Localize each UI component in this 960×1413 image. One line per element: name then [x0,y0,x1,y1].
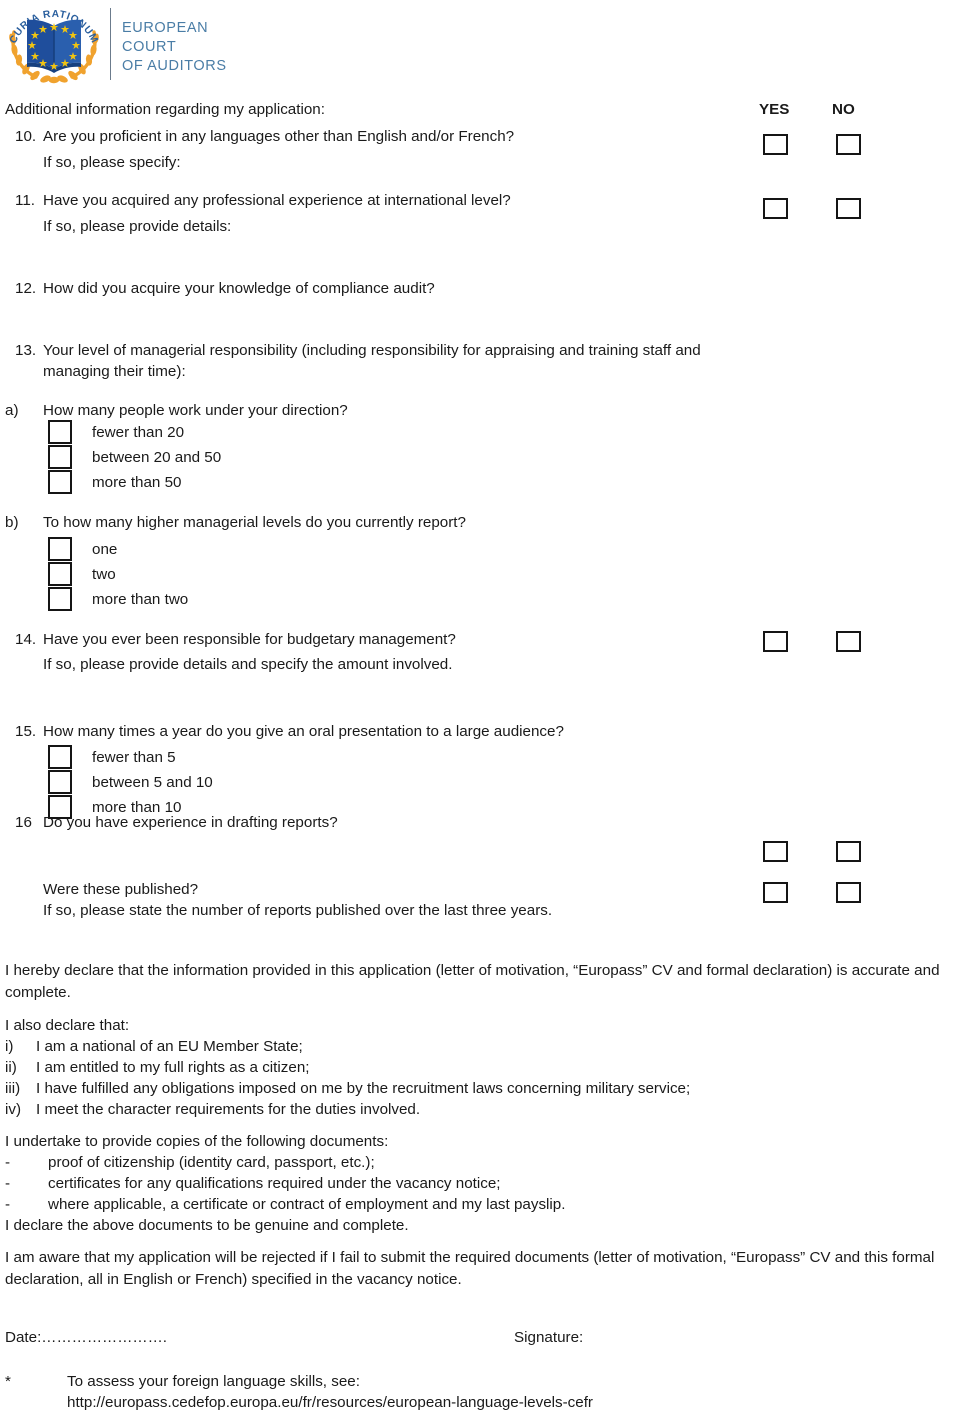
declaration-aware: I am aware that my application will be r… [5,1249,935,1288]
question-14-number: 14. [15,631,37,648]
date-field-label[interactable]: Date:……………………. [5,1327,167,1348]
document-item-2-marker: - [5,1196,11,1213]
question-15-text: How many times a year do you give an ora… [43,723,564,740]
question-14-text: Have you ever been responsible for budge… [43,631,456,648]
question-15-option-1-label: between 5 and 10 [92,774,213,791]
question-13-text-line-1: Your level of managerial responsibility … [43,342,701,359]
declaration-item-2-marker: iii) [5,1080,21,1097]
question-11-subtext: If so, please provide details: [43,218,232,235]
undertake-header: I undertake to provide copies of the fol… [5,1133,389,1150]
document-item-1-text: certificates for any qualifications requ… [48,1175,501,1192]
question-13a-option-0-checkbox[interactable] [48,420,72,444]
question-10-subtext: If so, please specify: [43,154,181,171]
signature-field-label[interactable]: Signature: [514,1327,583,1348]
section-intro: Additional information regarding my appl… [5,101,325,118]
question-13b-option-0-label: one [92,541,118,558]
question-10-text: Are you proficient in any languages othe… [43,128,515,145]
question-16-published-yes-checkbox[interactable] [763,882,788,903]
document-item-2-text: where applicable, a certificate or contr… [48,1196,566,1213]
question-13b-text: To how many higher managerial levels do … [43,514,466,531]
question-13b-option-2-checkbox[interactable] [48,587,72,611]
question-16-published-no-checkbox[interactable] [836,882,861,903]
question-13a-marker: a) [5,402,19,419]
declaration-item-1-marker: ii) [5,1059,17,1076]
question-15-option-0-label: fewer than 5 [92,749,176,766]
declaration-item-1-text: I am entitled to my full rights as a cit… [36,1059,310,1076]
question-13-text-line-2: managing their time): [43,363,186,380]
question-14-yes-checkbox[interactable] [763,631,788,652]
question-16-no-checkbox[interactable] [836,841,861,862]
question-15-option-1-checkbox[interactable] [48,770,72,794]
footnote-line-1: To assess your foreign language skills, … [67,1373,360,1390]
question-11-text: Have you acquired any professional exper… [43,192,511,209]
organisation-name: EUROPEAN COURT OF AUDITORS [122,19,227,76]
question-15-number: 15. [15,723,37,740]
declaration-item-2-text: I have fulfilled any obligations imposed… [36,1080,691,1097]
question-16-yes-checkbox[interactable] [763,841,788,862]
european-court-of-auditors-logo-icon: CURIA RATIONUM [2,2,106,92]
question-10-yes-checkbox[interactable] [763,134,788,155]
question-13-number: 13. [15,342,37,359]
document-header: CURIA RATIONUM [0,0,960,95]
question-11-no-checkbox[interactable] [836,198,861,219]
question-11-yes-checkbox[interactable] [763,198,788,219]
question-12-number: 12. [15,280,37,297]
org-line-2: COURT [122,39,177,55]
question-13a-option-2-label: more than 50 [92,474,182,491]
question-13b-marker: b) [5,514,19,531]
question-13b-option-1-checkbox[interactable] [48,562,72,586]
question-16-number: 16 [15,814,32,831]
question-13b-option-0-checkbox[interactable] [48,537,72,561]
question-16-subtext-1: Were these published? [43,881,199,898]
question-10-no-checkbox[interactable] [836,134,861,155]
declaration-item-3-marker: iv) [5,1101,22,1118]
org-line-3: OF AUDITORS [122,58,227,74]
declaration-item-0-marker: i) [5,1038,14,1055]
question-15-option-0-checkbox[interactable] [48,745,72,769]
question-13b-option-2-label: more than two [92,591,189,608]
question-16-text: Do you have experience in drafting repor… [43,814,338,831]
question-14-subtext: If so, please provide details and specif… [43,656,453,673]
document-item-1-marker: - [5,1175,11,1192]
question-10-number: 10. [15,128,37,145]
document-item-0-marker: - [5,1154,11,1171]
declaration-also-header: I also declare that: [5,1017,130,1034]
question-13a-option-2-checkbox[interactable] [48,470,72,494]
footnote-marker: * [5,1373,11,1390]
question-16-subtext-2: If so, please state the number of report… [43,902,553,919]
question-11-number: 11. [15,192,35,209]
question-13a-option-1-label: between 20 and 50 [92,449,222,466]
declaration-item-0-text: I am a national of an EU Member State; [36,1038,303,1055]
declaration-paragraph-1: I hereby declare that the information pr… [5,962,940,1001]
declaration-item-3-text: I meet the character requirements for th… [36,1101,421,1118]
question-14-no-checkbox[interactable] [836,631,861,652]
declaration-genuine: I declare the above documents to be genu… [5,1217,409,1234]
column-header-no: NO [832,101,855,118]
document-item-0-text: proof of citizenship (identity card, pas… [48,1154,375,1171]
question-13b-option-1-label: two [92,566,116,583]
logo-divider [110,8,111,80]
column-header-yes: YES [759,101,790,118]
question-13a-option-0-label: fewer than 20 [92,424,185,441]
footnote-url[interactable]: http://europass.cedefop.europa.eu/fr/res… [67,1392,593,1413]
org-line-1: EUROPEAN [122,20,209,36]
document-page: CURIA RATIONUM [0,0,960,1411]
question-13a-text: How many people work under your directio… [43,402,348,419]
question-12-text: How did you acquire your knowledge of co… [43,280,435,297]
question-13a-option-1-checkbox[interactable] [48,445,72,469]
